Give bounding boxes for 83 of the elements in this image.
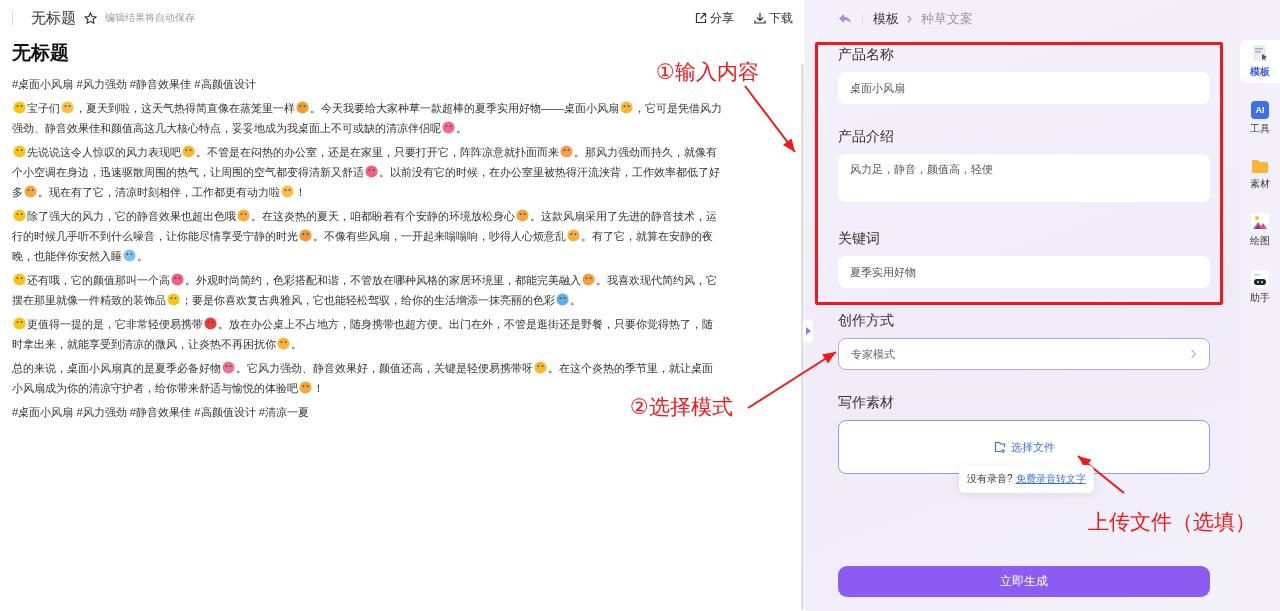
collapse-handle[interactable] [803,320,813,342]
breadcrumb-item[interactable]: 模板 [873,10,899,28]
annotation-text: ①输入内容 [656,59,759,85]
share-button[interactable]: 分享 [695,9,734,27]
breadcrumb-item: 种草文案 [921,10,973,28]
paragraph-text: 个小空调在身边，迅速驱散周围的热气，让周围的空气都变得清新又舒适 [12,166,364,178]
paragraph-text: 。 [570,294,581,306]
generate-button[interactable]: 立即生成 [838,566,1210,597]
paragraph-text: 。 [456,122,467,134]
paragraph-text: 。不像有些风扇，一开起来嗡嗡响，吵得人心烦意乱 [313,230,566,242]
paragraph-text: ，它可是凭借风力 [633,102,722,114]
chevron-right-icon [907,15,913,23]
paragraph-text: 。外观时尚简约，色彩搭配和谐，不管放在哪种风格的家居环境里，都能完美融入 [185,274,581,286]
paragraph-text: 。那风力强劲而持久，就像有 [574,146,717,158]
sidebar-item[interactable]: AI 工具 [1240,97,1280,140]
field-label: 创作方式 [838,312,895,330]
annotation-arrow [744,85,796,153]
tooltip-text: 没有录音? [967,472,1013,486]
paragraph-text: 行的时候几乎听不到什么噪音，让你能尽情享受宁静的时光 [12,230,298,242]
paragraph-text: ！ [295,186,306,198]
paragraph-text: 除了强大的风力，它的静音效果也超出色哦 [27,210,236,222]
paragraph-text: 总的来说，桌面小风扇真的是夏季必备好物 [12,362,221,374]
ai-badge: AI [1251,101,1269,119]
transcribe-link[interactable]: 免费录音转文字 [1015,472,1086,486]
autosave-hint: 编辑结果将自动保存 [105,11,195,25]
paragraph-text: 更值得一提的是，它非常轻便易携带 [27,318,203,330]
paragraph-text: 宝子们 [27,102,60,114]
select-file-button[interactable]: 选择文件 [987,438,1061,456]
annotation-arrow [1077,455,1125,494]
share-icon [695,12,707,24]
paragraph-text: 。不管是在闷热的办公室，还是在家里，只要打开它，阵阵凉意就扑面而来 [196,146,559,158]
field-label: 产品介绍 [838,128,895,146]
triangle-icon [805,327,811,335]
back-arrow-icon[interactable] [838,13,852,25]
field-label: 关键词 [838,230,881,248]
file-add-icon [993,441,1006,453]
paragraph-text: ；要是你喜欢复古典雅风，它也能轻松驾驭，给你的生活增添一抹亮丽的色彩 [181,294,555,306]
article-heading: 无标题 [12,41,70,65]
paragraph-text: ，夏天到啦，这天气热得简直像在蒸笼里一样 [75,102,295,114]
text-input[interactable]: 桌面小风扇 [838,72,1210,104]
text-area[interactable]: 风力足，静音，颜值高，轻便 [838,154,1210,202]
annotation-text: 上传文件（选填） [1088,509,1256,535]
paragraph-text: 时拿出来，就能享受到清凉的微风，让炎热不再困扰你 [12,338,276,350]
sidebar-item[interactable]: 素材 [1240,154,1280,195]
paragraph-text: 。放在办公桌上不占地方，随身携带也超方便。出门在外，不管是逛街还是野餐，只要你觉得热了，随 [218,318,713,330]
text-input[interactable]: 夏季实用好物 [838,256,1210,288]
paragraph-text: 。我喜欢现代简约风，它 [596,274,717,286]
paragraph-text: 。在这炎热的夏天，咱都盼着有个安静的环境放松身心 [251,210,515,222]
paragraph-text: 。它风力强劲、静音效果好，颜值还高，关键是轻便易携带呀 [236,362,533,374]
paragraph-text: 。以前没有它的时候，在办公室里被热得汗流浃背，工作效率都低了好 [379,166,720,178]
paragraph-text: 多 [12,186,23,198]
mountain-picture-icon [1251,213,1269,231]
download-button[interactable]: 下载 [754,9,793,27]
field-label: 产品名称 [838,46,895,64]
paragraph-text: 。 [137,250,148,262]
paragraph-text: 强劲、静音效果佳和颜值高这几大核心特点，妥妥地成为我桌面上不可或缺的清凉伴侣呢 [12,122,441,134]
star-icon[interactable] [84,11,97,25]
folder-icon [1251,158,1269,174]
sidebar-item[interactable]: 模板 [1240,40,1280,83]
hashtags: #桌面小风扇 #风力强劲 #静音效果佳 #高颜值设计 [12,77,256,92]
field-label: 写作素材 [838,394,895,412]
mode-select[interactable]: 专家模式 [838,338,1210,370]
paragraph-text: 。 [291,338,302,350]
annotation-text: ②选择模式 [630,394,733,420]
document-icon [1251,44,1269,62]
sidebar-item[interactable]: 绘图 [1240,209,1280,252]
paragraph-text: 还有哦，它的颜值那叫一个高 [27,274,170,286]
paragraph-text: 。在这个炎热的季节里，就让桌面 [548,362,713,374]
paragraph-text: 摆在那里就像一件精致的装饰品 [12,294,166,306]
paragraph-text: 先说说这令人惊叹的风力表现吧 [27,146,181,158]
hashtags: #桌面小风扇 #风力强劲 #静音效果佳 #高颜值设计 #清凉一夏 [12,405,309,420]
download-icon [754,12,766,24]
sidebar-item[interactable]: 助手 [1240,266,1280,309]
chevron-right-icon [1190,349,1197,359]
paragraph-text: 。这款风扇采用了先进的静音技术，运 [530,210,717,222]
document-title[interactable]: 无标题 [31,8,76,28]
paragraph-text: ！ [313,382,324,394]
paragraph-text: 。现在有了它，清凉时刻相伴，工作都更有动力啦 [38,186,280,198]
paragraph-text: 晚，也能伴你安然入睡 [12,250,122,262]
paragraph-text: 小风扇成为你的清凉守护者，给你带来舒适与愉悦的体验吧 [12,382,298,394]
paragraph-text: 。今天我要给大家种草一款超棒的夏季实用好物——桌面小风扇 [310,102,619,114]
robot-icon [1251,270,1269,288]
paragraph-text: 。有了它，就算在安静的夜 [581,230,713,242]
